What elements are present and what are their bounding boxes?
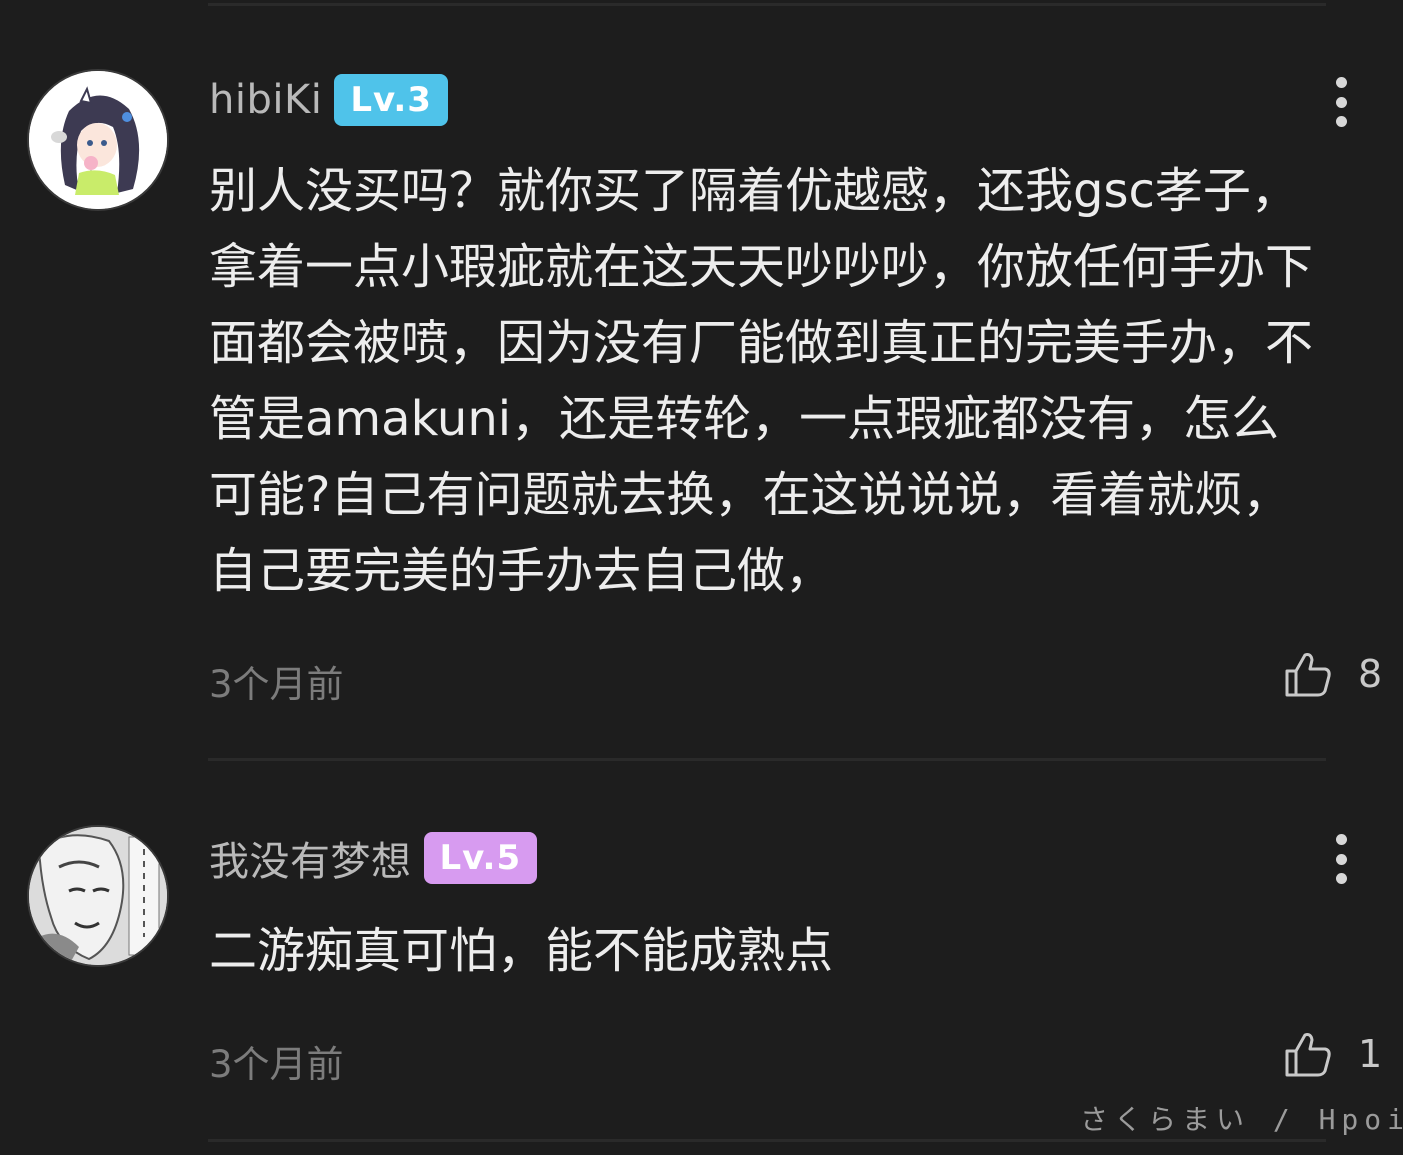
divider — [208, 758, 1326, 761]
more-vertical-icon — [1335, 873, 1347, 884]
comment-text: 二游痴真可怕，能不能成熟点 — [209, 923, 834, 979]
more-options-button[interactable] — [1323, 834, 1359, 884]
more-vertical-icon — [1335, 77, 1347, 88]
like-button[interactable]: 8 — [1284, 650, 1382, 698]
more-vertical-icon — [1335, 116, 1347, 127]
comment-header: hibiKi Lv.3 — [209, 73, 448, 127]
thumbs-up-icon — [1285, 1033, 1331, 1077]
divider-top — [208, 3, 1326, 6]
level-badge: Lv.5 — [423, 832, 538, 884]
avatar-image — [29, 827, 167, 965]
watermark: さくらまい / Hpoi — [1080, 1103, 1403, 1136]
level-badge: Lv.3 — [334, 74, 448, 126]
username[interactable]: 我没有梦想 — [209, 829, 412, 887]
like-count: 1 — [1358, 1032, 1383, 1076]
more-options-button[interactable] — [1323, 77, 1359, 127]
more-vertical-icon — [1335, 853, 1347, 865]
avatar[interactable] — [27, 69, 169, 211]
more-vertical-icon — [1335, 834, 1347, 845]
more-vertical-icon — [1335, 96, 1347, 108]
comment-time: 3个月前 — [209, 663, 344, 706]
comment-header: 我没有梦想 Lv.5 — [209, 829, 538, 887]
like-count: 8 — [1358, 652, 1383, 696]
avatar-image — [29, 71, 167, 209]
comment-text: 别人没买吗？就你买了隔着优越感，还我gsc孝子，拿着一点小瑕疵就在这天天吵吵吵，… — [209, 163, 1314, 599]
divider-bottom — [208, 1139, 1326, 1142]
username[interactable]: hibiKi — [209, 77, 322, 123]
avatar[interactable] — [27, 825, 169, 967]
comment-time: 3个月前 — [209, 1043, 344, 1086]
like-button[interactable]: 1 — [1284, 1030, 1382, 1078]
thumbs-up-icon — [1285, 653, 1331, 697]
